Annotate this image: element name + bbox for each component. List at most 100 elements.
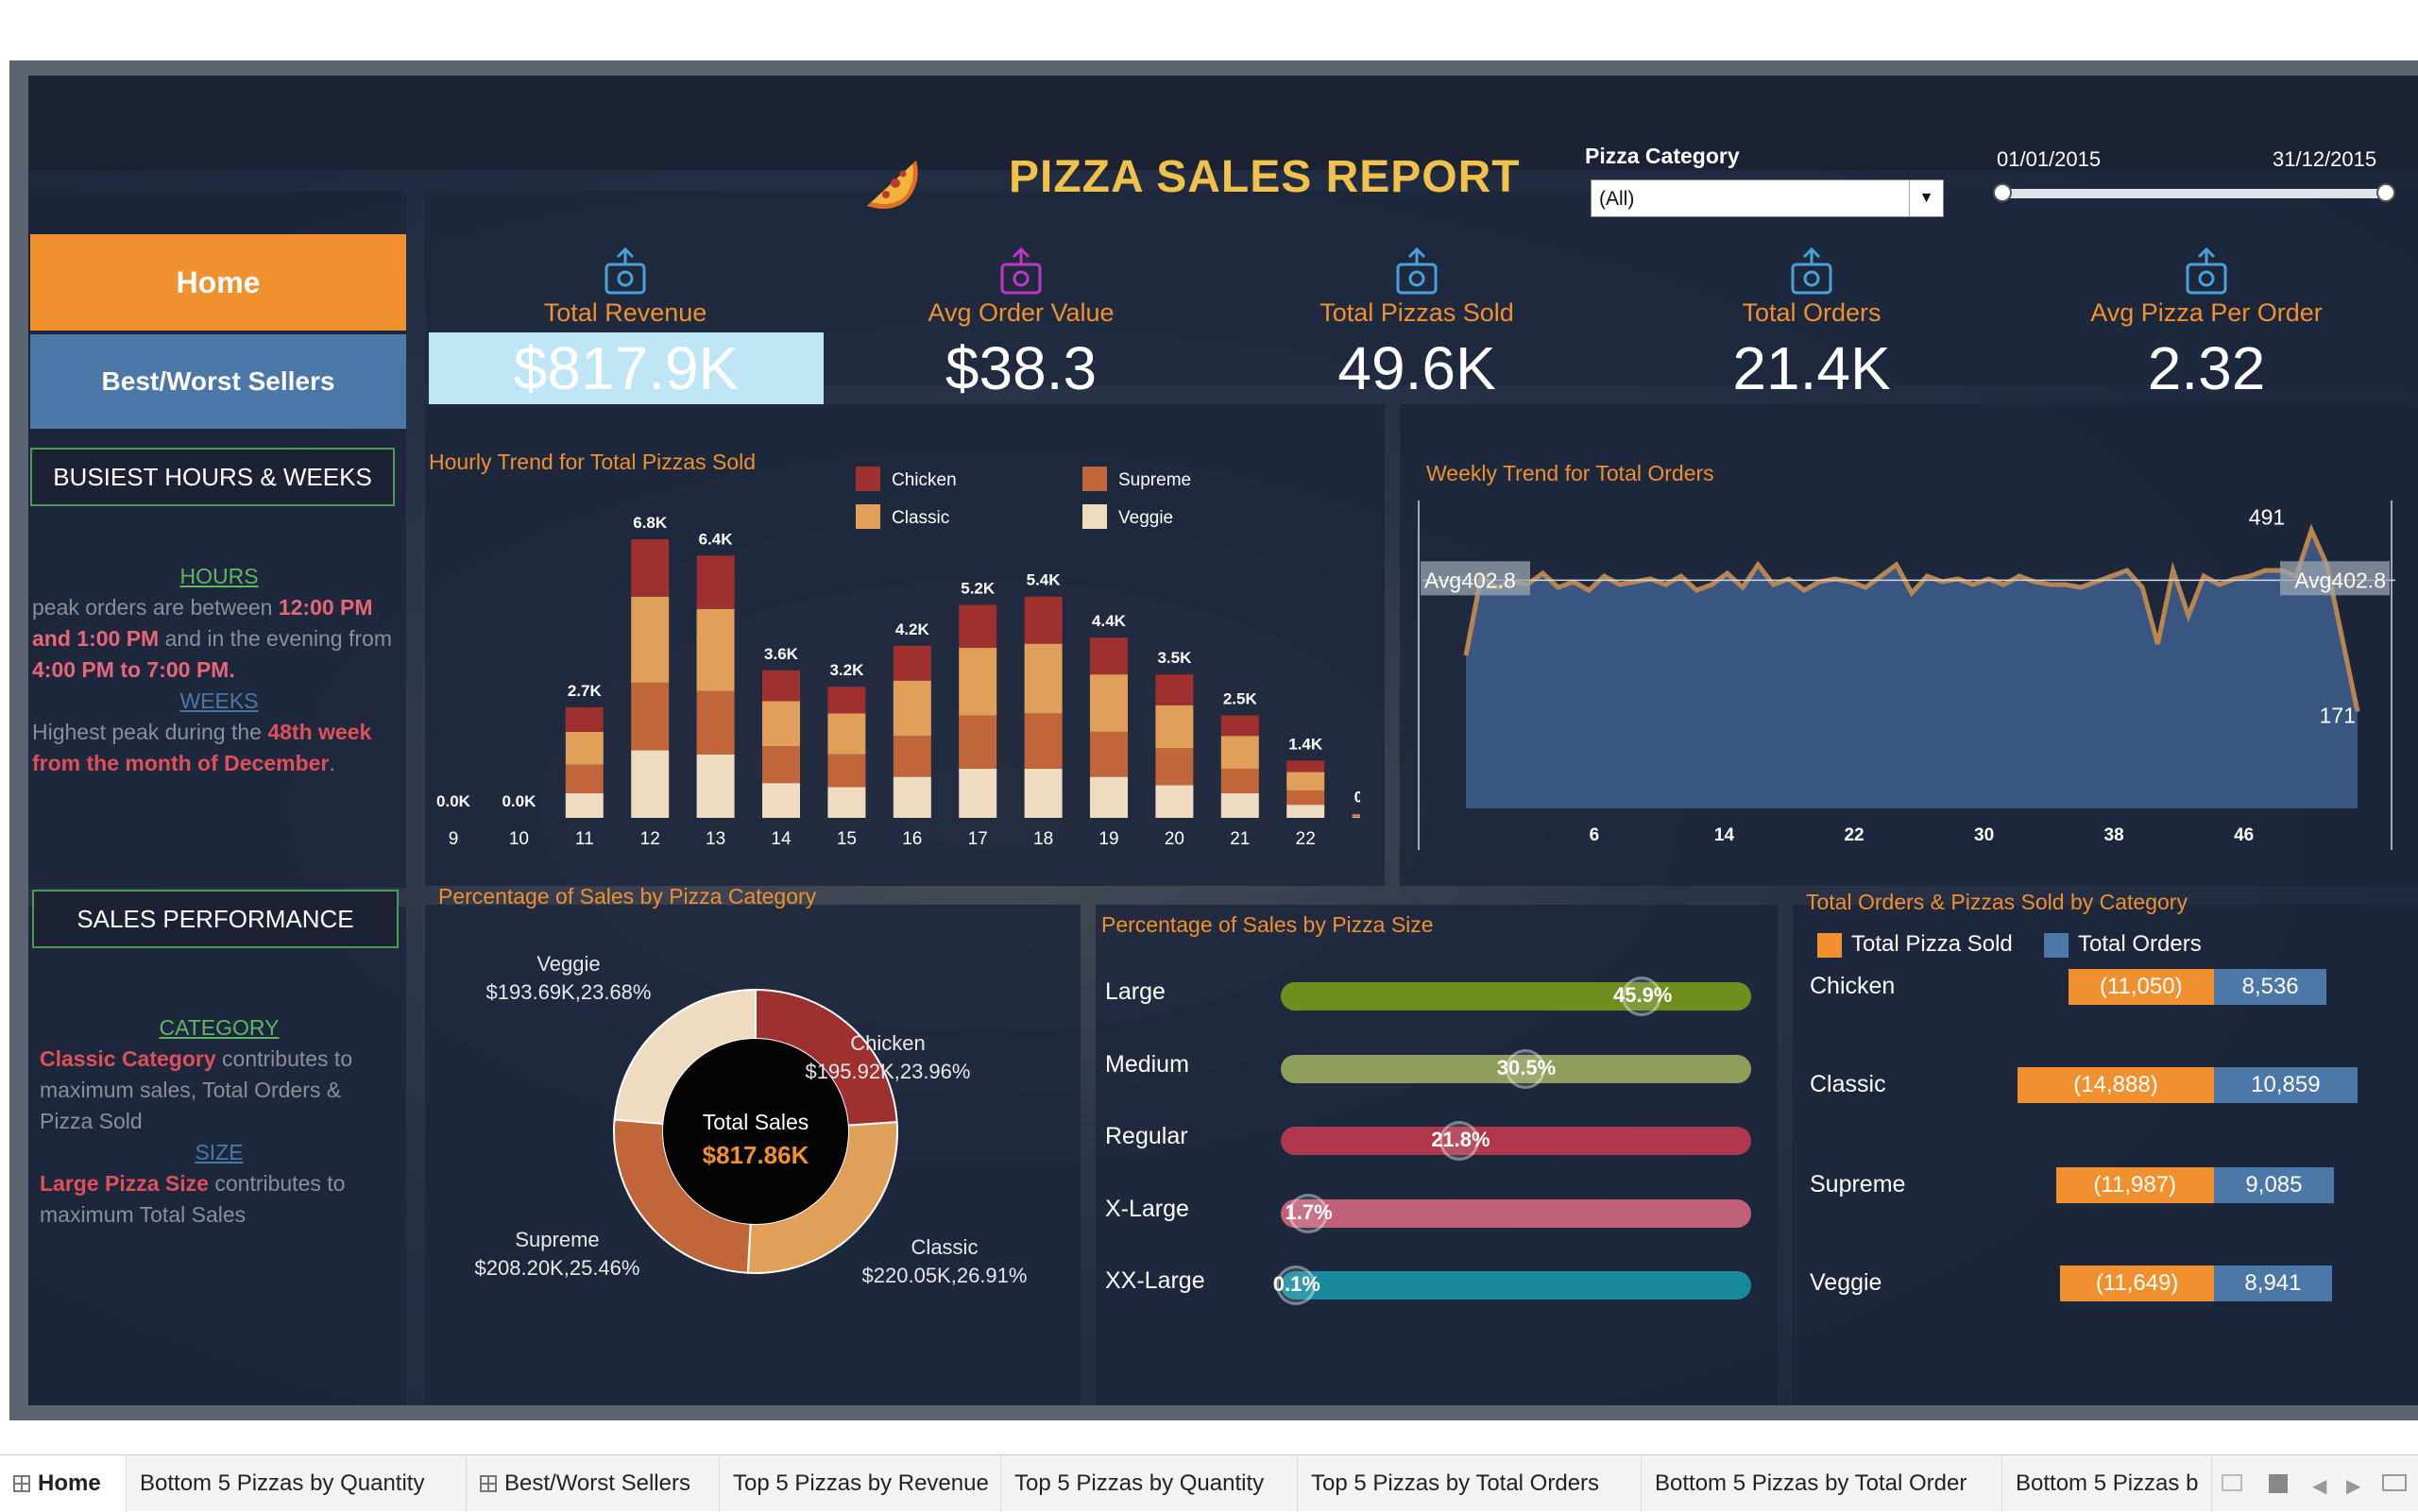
bar-segment-supreme[interactable] [1352,815,1360,818]
date-slider-start-handle[interactable] [1993,183,2012,202]
bar-segment-veggie[interactable] [696,754,735,818]
bar-segment-supreme[interactable] [1024,713,1063,769]
bar-segment-classic[interactable] [762,701,800,747]
size-bar[interactable] [1281,1127,1751,1155]
tab-bottom5-truncated[interactable]: Bottom 5 Pizzas b [2002,1455,2212,1512]
kpi-value: 21.4K [1732,334,1891,402]
bar-segment-classic[interactable] [1090,674,1128,732]
weeks-text-3: . [329,751,335,775]
bar-segment-classic[interactable] [893,680,931,737]
bar-segment-classic[interactable] [1286,772,1325,790]
orders-bar[interactable]: 8,941 [2214,1266,2332,1301]
bar-total-label: 2.5K [1223,690,1258,708]
prev-tab-icon[interactable]: ◀ [2312,1474,2326,1498]
nav-best-worst-button[interactable]: Best/Worst Sellers [30,334,406,429]
size-bar[interactable] [1281,1199,1751,1228]
orders-bar[interactable]: 9,085 [2214,1167,2334,1203]
bar-segment-supreme[interactable] [762,746,800,784]
bar-segment-classic[interactable] [1155,705,1194,749]
bar-segment-chicken[interactable] [1352,813,1360,815]
bar-segment-chicken[interactable] [1155,674,1194,705]
bar-segment-chicken[interactable] [1024,596,1063,644]
x-tick-label: 21 [1230,829,1250,849]
bar-segment-classic[interactable] [696,608,735,691]
date-range-slider[interactable] [1993,183,2395,202]
bar-segment-chicken[interactable] [762,670,800,702]
size-bar[interactable] [1281,1271,1751,1300]
bar-segment-supreme[interactable] [1090,731,1128,777]
sheet-sorter-icon[interactable] [2222,1474,2242,1491]
bar-segment-veggie[interactable] [1352,817,1360,818]
pizza-sold-bar[interactable]: (11,050) [2068,969,2214,1005]
tab-top5-quantity[interactable]: Top 5 Pizzas by Quantity [1001,1455,1298,1512]
tab-bottom5-quantity[interactable]: Bottom 5 Pizzas by Quantity [127,1455,467,1512]
bar-segment-classic[interactable] [565,731,604,765]
bar-segment-chicken[interactable] [1286,760,1325,773]
bar-segment-chicken[interactable] [827,687,866,714]
bar-segment-supreme[interactable] [696,690,735,755]
bar-segment-veggie[interactable] [959,768,997,818]
bar-segment-supreme[interactable] [959,715,997,769]
x-tick-label: 14 [771,829,792,849]
bar-segment-veggie[interactable] [1220,792,1259,818]
orders-bar[interactable]: 8,536 [2214,969,2327,1005]
bar-segment-classic[interactable] [827,713,866,755]
grid-icon [13,1475,30,1492]
sales-performance-button[interactable]: SALES PERFORMANCE [32,890,399,948]
bar-segment-supreme[interactable] [631,682,670,751]
bar-segment-chicken[interactable] [1090,637,1128,675]
size-label: XX-Large [1105,1267,1205,1294]
bar-segment-veggie[interactable] [827,787,866,818]
bar-segment-veggie[interactable] [631,750,670,818]
bar-total-label: 5.2K [961,579,996,597]
bar-segment-veggie[interactable] [1286,805,1325,818]
bar-segment-veggie[interactable] [893,776,931,818]
bar-segment-supreme[interactable] [1286,790,1325,806]
pizza-sold-bar[interactable]: (11,987) [2055,1167,2214,1203]
tab-top5-revenue[interactable]: Top 5 Pizzas by Revenue [720,1455,1001,1512]
bar-segment-supreme[interactable] [893,736,931,777]
bar-segment-supreme[interactable] [827,754,866,788]
hours-heading: HOURS [179,564,259,588]
bar-segment-supreme[interactable] [1155,748,1194,786]
bar-segment-supreme[interactable] [1220,768,1259,793]
tab-best-worst[interactable]: Best/Worst Sellers [467,1455,720,1512]
bar-segment-chicken[interactable] [696,555,735,609]
pizza-sold-bar[interactable]: (11,649) [2060,1266,2214,1301]
chevron-down-icon[interactable]: ▼ [1909,180,1943,216]
orders-bar[interactable]: 10,859 [2214,1067,2358,1103]
bar-segment-classic[interactable] [1220,736,1259,769]
tab-bottom5-orders[interactable]: Bottom 5 Pizzas by Total Order [1642,1455,2002,1512]
date-slider-end-handle[interactable] [2376,183,2395,202]
bar-segment-chicken[interactable] [959,604,997,648]
bar-segment-supreme[interactable] [565,764,604,793]
bar-segment-classic[interactable] [631,596,670,683]
hourly-trend-chart: Chicken Supreme Classic Veggie 0.0K 9 0.0K 10 2.… [436,467,1360,849]
bar-segment-chicken[interactable] [565,706,604,732]
hours-text-4: 4:00 PM to 7:00 PM. [32,657,235,682]
bar-segment-classic[interactable] [959,647,997,716]
pizza-sold-bar[interactable]: (14,888) [2018,1067,2214,1103]
bar-total-label: 5.4K [1027,571,1062,589]
bar-segment-veggie[interactable] [1155,785,1194,818]
bar-segment-veggie[interactable] [565,792,604,818]
bar-segment-veggie[interactable] [1024,768,1063,818]
category-text-1: Classic Category [40,1046,216,1071]
bar-segment-chicken[interactable] [631,539,670,597]
bar-segment-veggie[interactable] [1090,776,1128,818]
presentation-icon[interactable] [2382,1474,2407,1491]
tab-top5-orders[interactable]: Top 5 Pizzas by Total Orders [1298,1455,1642,1512]
bar-segment-veggie[interactable] [762,783,800,818]
bar-segment-classic[interactable] [1024,643,1063,714]
size-bar[interactable] [1281,982,1751,1011]
bar-segment-chicken[interactable] [893,645,931,681]
nav-busiest-hours-button[interactable]: BUSIEST HOURS & WEEKS [30,448,395,506]
next-tab-icon[interactable]: ▶ [2346,1474,2360,1498]
filmstrip-icon[interactable] [2269,1474,2288,1493]
bar-segment-classic[interactable] [1352,814,1360,816]
category-donut-title: Percentage of Sales by Pizza Category [438,884,817,909]
pizza-category-dropdown[interactable]: (All) ▼ [1591,179,1944,217]
nav-home-button[interactable]: Home [30,234,406,331]
tab-home[interactable]: Home [0,1455,127,1512]
bar-segment-chicken[interactable] [1220,715,1259,737]
